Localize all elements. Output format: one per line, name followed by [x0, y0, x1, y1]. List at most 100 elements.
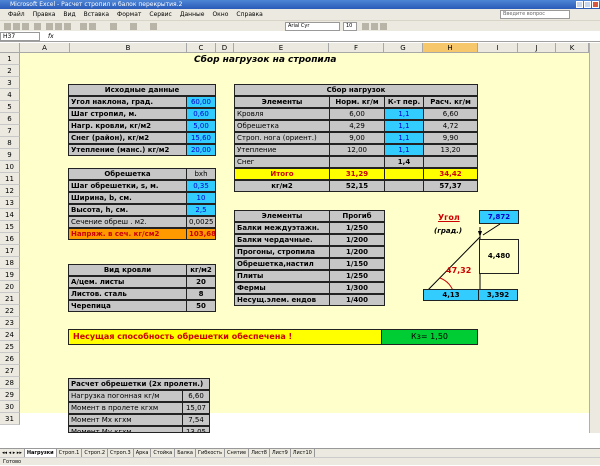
font-name-select[interactable]: Arial Cyr — [285, 22, 340, 31]
row-header[interactable]: 22 — [0, 305, 20, 317]
column-header-c[interactable]: C — [187, 43, 216, 53]
sheet-tab[interactable]: Лист10 — [291, 449, 315, 457]
row-header[interactable]: 20 — [0, 281, 20, 293]
sheet-tab[interactable]: Арка — [134, 449, 152, 457]
undo-icon[interactable] — [80, 23, 87, 30]
underline-icon[interactable] — [380, 23, 387, 30]
row-header[interactable]: 17 — [0, 245, 20, 257]
column-header-d[interactable]: D — [216, 43, 234, 53]
redo-icon[interactable] — [89, 23, 96, 30]
loads-coef[interactable]: 1,1 — [384, 144, 424, 156]
input-value[interactable]: 0,60 — [186, 108, 216, 120]
menu-edit[interactable]: Правка — [33, 9, 56, 20]
help-search-input[interactable]: Введите вопрос — [500, 10, 570, 19]
worksheet-grid[interactable]: Сбор нагрузок на стропила Исходные данны… — [20, 53, 589, 433]
row-header[interactable]: 1 — [0, 53, 20, 65]
sheet-tab[interactable]: Снятие — [225, 449, 250, 457]
menu-format[interactable]: Формат — [117, 9, 141, 20]
input-value[interactable]: 5,00 — [186, 120, 216, 132]
column-header-e[interactable]: E — [234, 43, 329, 53]
loads-coef[interactable]: 1,1 — [384, 120, 424, 132]
column-header-k[interactable]: K — [556, 43, 589, 53]
row-header[interactable]: 18 — [0, 257, 20, 269]
sum-icon[interactable] — [110, 23, 117, 30]
close-icon[interactable] — [592, 1, 599, 8]
vertical-scrollbar[interactable] — [589, 43, 600, 433]
copy-icon[interactable] — [55, 23, 62, 30]
row-header[interactable]: 21 — [0, 293, 20, 305]
row-header[interactable]: 15 — [0, 221, 20, 233]
open-icon[interactable] — [13, 23, 20, 30]
row-header[interactable]: 25 — [0, 341, 20, 353]
row-header[interactable]: 27 — [0, 365, 20, 377]
cut-icon[interactable] — [46, 23, 53, 30]
row-header[interactable]: 16 — [0, 233, 20, 245]
sheet-tab-loads[interactable]: Нагрузки — [24, 449, 57, 457]
sheet-tab[interactable]: Лист9 — [270, 449, 291, 457]
column-header-j[interactable]: J — [518, 43, 556, 53]
sheet-tab[interactable]: Стойка — [151, 449, 176, 457]
column-header-h[interactable]: H — [423, 43, 478, 53]
fx-icon[interactable]: fx — [48, 31, 54, 42]
row-header[interactable]: 14 — [0, 209, 20, 221]
row-header[interactable]: 31 — [0, 413, 20, 425]
column-header-b[interactable]: B — [70, 43, 187, 53]
row-header[interactable]: 19 — [0, 269, 20, 281]
row-header[interactable]: 30 — [0, 401, 20, 413]
menu-file[interactable]: Файл — [8, 9, 25, 20]
sheet-tab[interactable]: Строп.3 — [108, 449, 134, 457]
font-size-select[interactable]: 10 — [343, 22, 357, 31]
row-header[interactable]: 4 — [0, 89, 20, 101]
row-header[interactable]: 11 — [0, 173, 20, 185]
bold-icon[interactable] — [362, 23, 369, 30]
chart-icon[interactable] — [150, 23, 157, 30]
row-header[interactable]: 7 — [0, 125, 20, 137]
row-header[interactable]: 28 — [0, 377, 20, 389]
column-header-g[interactable]: G — [384, 43, 423, 53]
column-header-i[interactable]: I — [478, 43, 518, 53]
row-header[interactable]: 24 — [0, 329, 20, 341]
row-header[interactable]: 26 — [0, 353, 20, 365]
row-header[interactable]: 2 — [0, 65, 20, 77]
lathing-value[interactable]: 2,5 — [186, 204, 216, 216]
minimize-icon[interactable] — [576, 1, 583, 8]
maximize-icon[interactable] — [584, 1, 591, 8]
input-value[interactable]: 20,00 — [186, 144, 216, 156]
input-value[interactable]: 60,00 — [186, 96, 216, 108]
row-header[interactable]: 23 — [0, 317, 20, 329]
sheet-tab[interactable]: Гибкость — [196, 449, 226, 457]
menu-data[interactable]: Данные — [180, 9, 205, 20]
menu-window[interactable]: Окно — [212, 9, 228, 20]
menu-tools[interactable]: Сервис — [149, 9, 171, 20]
sheet-tab[interactable]: Строп.2 — [82, 449, 109, 457]
row-header[interactable]: 9 — [0, 149, 20, 161]
tab-nav-icon[interactable]: ◂◂ ◂ ▸ ▸▸ — [0, 449, 25, 457]
lathing-value[interactable]: 0,35 — [186, 180, 216, 192]
row-header[interactable]: 10 — [0, 161, 20, 173]
select-all-corner[interactable] — [0, 43, 20, 53]
save-icon[interactable] — [22, 23, 29, 30]
input-value[interactable]: 15,60 — [186, 132, 216, 144]
loads-coef[interactable]: 1,1 — [384, 108, 424, 120]
print-icon[interactable] — [34, 23, 41, 30]
menu-insert[interactable]: Вставка — [84, 9, 109, 20]
new-icon[interactable] — [4, 23, 11, 30]
name-box[interactable]: H37 — [0, 32, 40, 41]
row-header[interactable]: 29 — [0, 389, 20, 401]
row-header[interactable]: 12 — [0, 185, 20, 197]
sheet-tab[interactable]: Строп.1 — [57, 449, 83, 457]
sheet-tab[interactable]: Лист8 — [249, 449, 270, 457]
sort-icon[interactable] — [130, 23, 137, 30]
column-header-a[interactable]: A — [20, 43, 70, 53]
row-header[interactable]: 8 — [0, 137, 20, 149]
row-header[interactable]: 3 — [0, 77, 20, 89]
column-header-f[interactable]: F — [329, 43, 384, 53]
row-header[interactable]: 13 — [0, 197, 20, 209]
row-header[interactable]: 6 — [0, 113, 20, 125]
loads-coef[interactable]: 1,1 — [384, 132, 424, 144]
sheet-tab[interactable]: Балка — [175, 449, 196, 457]
lathing-value[interactable]: 10 — [186, 192, 216, 204]
paste-icon[interactable] — [64, 23, 71, 30]
menu-help[interactable]: Справка — [236, 9, 262, 20]
italic-icon[interactable] — [371, 23, 378, 30]
